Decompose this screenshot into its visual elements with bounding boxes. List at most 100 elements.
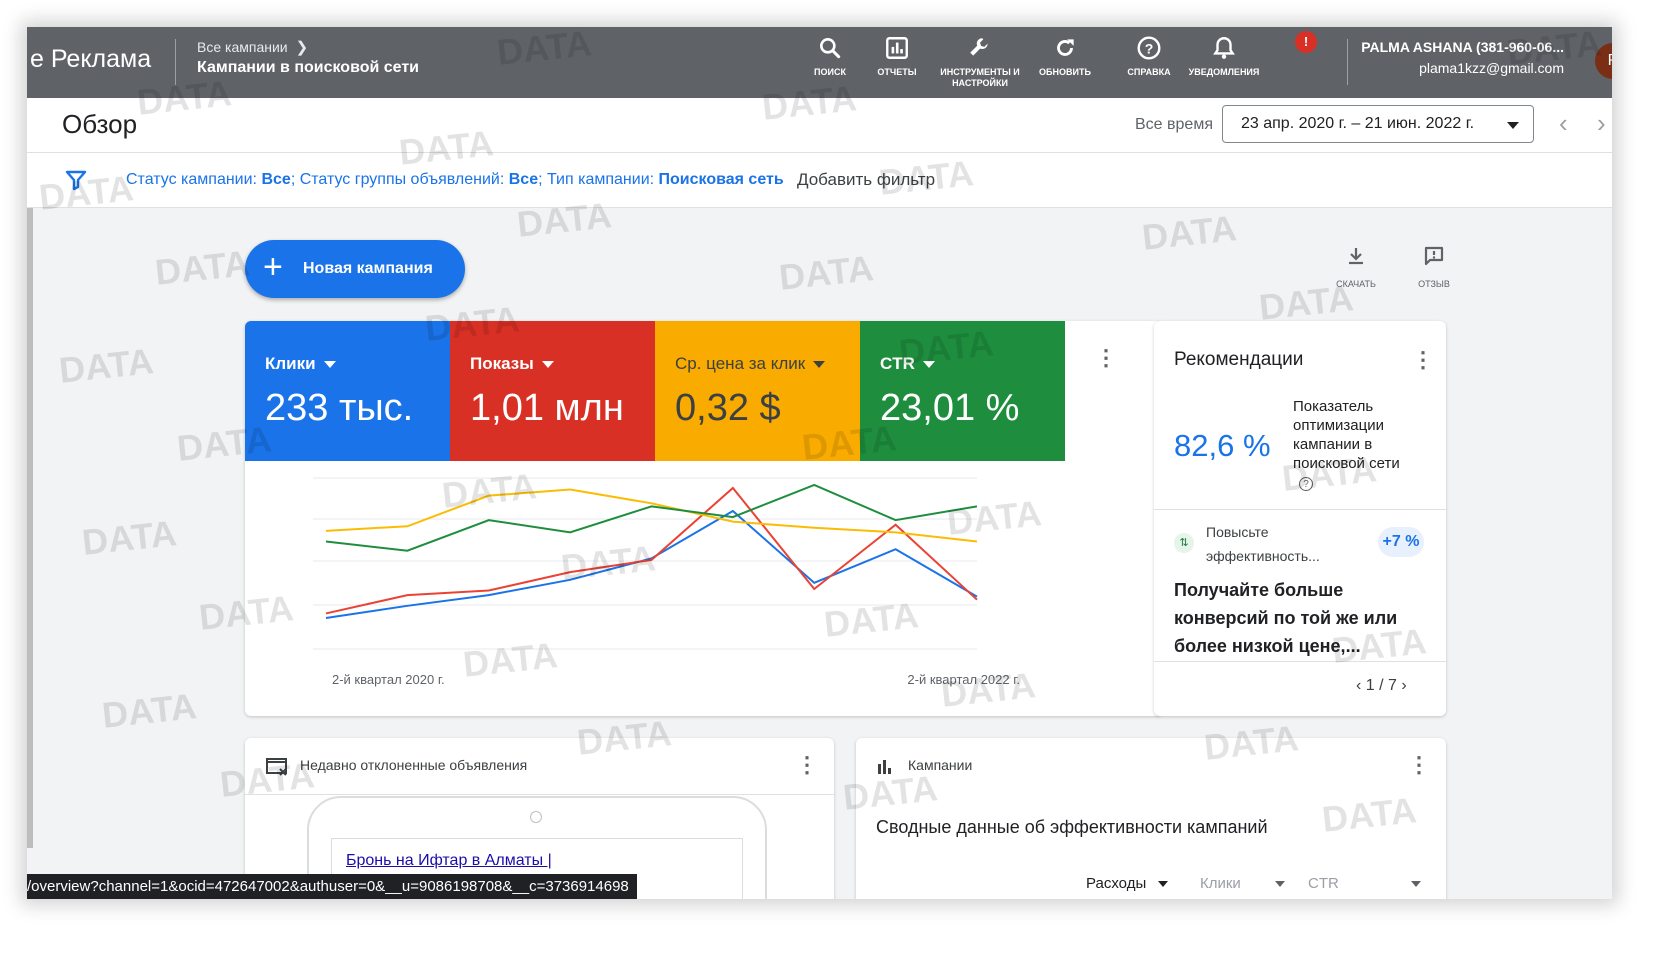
new-campaign-button[interactable]: + Новая кампания <box>245 240 465 298</box>
performance-chart: 2-й квартал 2020 г. 2-й квартал 2022 г. <box>313 477 1020 687</box>
divider <box>1154 509 1446 510</box>
more-vert-icon[interactable]: ⋮ <box>1412 349 1434 371</box>
more-vert-icon[interactable]: ⋮ <box>796 754 818 776</box>
watermark-text: DATA <box>100 685 199 736</box>
feedback-icon <box>1424 246 1444 266</box>
product-logo[interactable]: е Реклама <box>30 45 151 74</box>
chevron-left-icon[interactable]: ‹ <box>1356 677 1366 694</box>
rejected-ads-title: Недавно отклоненные объявления <box>300 757 528 773</box>
notifications-button[interactable]: УВЕДОМЛЕНИЯ <box>1182 35 1266 78</box>
campaigns-title: Кампании <box>908 757 973 773</box>
app-window: е Реклама Все кампании ❯ Кампании в поиск… <box>27 27 1612 899</box>
dropdown-arrow-icon <box>1410 881 1421 888</box>
status-bar-url: /overview?channel=1&ocid=472647002&authu… <box>27 874 637 899</box>
date-range-picker[interactable]: 23 апр. 2020 г. – 21 июн. 2022 г. <box>1222 105 1534 143</box>
watermark-text: DATA <box>777 247 876 298</box>
svg-text:?: ? <box>1145 40 1154 56</box>
breadcrumb[interactable]: Все кампании ❯ <box>197 38 308 56</box>
optimization-score[interactable]: 82,6 % <box>1174 428 1271 464</box>
new-campaign-label: Новая кампания <box>303 260 433 277</box>
help-button[interactable]: ? СПРАВКА <box>1107 35 1191 78</box>
rejected-ad-icon <box>266 758 287 776</box>
filter-adgroup-status-value: Все <box>508 171 539 188</box>
chevron-right-icon: ❯ <box>295 39 309 56</box>
reports-icon <box>886 37 908 59</box>
search-icon <box>820 38 841 59</box>
metric-select-clicks[interactable]: Клики <box>1200 875 1285 892</box>
filter-bar: Статус кампании: Все; Статус группы объя… <box>27 153 1612 208</box>
wrench-icon <box>970 38 988 56</box>
series-line-2 <box>325 488 978 543</box>
recommendation-body[interactable]: Получайте больше конверсий по той же или… <box>1174 576 1434 660</box>
filter-adgroup-status-label: Статус группы объявлений: <box>299 171 505 188</box>
notification-badge: ! <box>1295 31 1317 53</box>
add-filter-button[interactable]: Добавить фильтр <box>797 170 935 190</box>
page-title: Обзор <box>62 109 138 139</box>
date-range-label: Все время <box>1135 116 1213 133</box>
download-button[interactable]: СКАЧАТЬ <box>1326 244 1386 289</box>
pager-text: 1 / 7 <box>1365 677 1397 694</box>
score-uplift-badge: +7 % <box>1378 527 1424 557</box>
filter-icon[interactable] <box>64 168 88 192</box>
feedback-button[interactable]: ОТЗЫВ <box>1404 244 1464 289</box>
avatar[interactable]: P <box>1595 43 1612 79</box>
bell-icon <box>1213 37 1235 59</box>
dropdown-arrow-icon <box>1274 881 1285 888</box>
recommendations-card: Рекомендации ⋮ 82,6 % Показатель оптимиз… <box>1154 321 1446 716</box>
tools-settings-label: ИНСТРУМЕНТЫ И НАСТРОЙКИ <box>940 67 1020 88</box>
help-icon[interactable]: ? <box>1299 477 1313 491</box>
chevron-left-icon[interactable]: ‹ <box>1559 108 1568 139</box>
refresh-label: ОБНОВИТЬ <box>1039 67 1091 77</box>
chevron-right-icon[interactable]: › <box>1397 677 1406 694</box>
refresh-button[interactable]: ОБНОВИТЬ <box>1023 35 1107 78</box>
filter-campaign-status-label: Статус кампании: <box>126 171 257 188</box>
watermark-text: DATA <box>153 242 252 293</box>
recommendations-title: Рекомендации <box>1174 349 1304 370</box>
divider <box>1154 661 1446 662</box>
x-axis-end-label: 2-й квартал 2022 г. <box>907 672 1020 687</box>
reports-tool-label: ОТЧЕТЫ <box>877 67 917 77</box>
filter-campaign-status-value: Все <box>261 171 291 188</box>
chevron-right-icon[interactable]: › <box>1597 108 1606 139</box>
scrollbar[interactable] <box>27 208 33 848</box>
divider <box>175 39 176 85</box>
trend-up-icon: ⇅ <box>1174 533 1194 553</box>
watermark-text: DATA <box>57 340 156 391</box>
tools-settings-button[interactable]: ИНСТРУМЕНТЫ И НАСТРОЙКИ <box>938 35 1022 89</box>
page-header: Обзор Все время 23 апр. 2020 г. – 21 июн… <box>27 98 1612 153</box>
optimization-score-description: Показатель оптимизации кампании в поиско… <box>1293 398 1400 491</box>
filter-campaign-type-label: Тип кампании: <box>546 171 655 188</box>
x-axis-start-label: 2-й квартал 2020 г. <box>332 672 445 687</box>
plus-icon: + <box>263 248 283 286</box>
dropdown-arrow-icon <box>1158 881 1169 888</box>
help-label: СПРАВКА <box>1127 67 1171 77</box>
phone-camera <box>530 811 542 823</box>
reports-tool-button[interactable]: ОТЧЕТЫ <box>855 35 939 78</box>
campaigns-card: Кампании ⋮ Сводные данные об эффективнос… <box>856 738 1446 899</box>
series-line-3 <box>325 483 978 552</box>
breadcrumb-parent[interactable]: Все кампании <box>197 39 288 55</box>
watermark-text: DATA <box>1140 207 1239 258</box>
account-email[interactable]: plama1kzz@gmail.com <box>1419 60 1564 76</box>
download-label: СКАЧАТЬ <box>1336 279 1376 289</box>
feedback-label: ОТЗЫВ <box>1418 279 1450 289</box>
metric-select-spend[interactable]: Расходы <box>1086 875 1169 892</box>
breadcrumb-current[interactable]: Кампании в поисковой сети <box>197 59 419 77</box>
active-filters[interactable]: Статус кампании: Все; Статус группы объя… <box>126 171 784 189</box>
more-vert-icon[interactable]: ⋮ <box>1408 754 1430 776</box>
dropdown-arrow-icon <box>1507 122 1519 129</box>
refresh-icon <box>1057 39 1074 56</box>
divider <box>1347 39 1348 85</box>
top-bar: е Реклама Все кампании ❯ Кампании в поиск… <box>27 27 1612 98</box>
metric-select-ctr[interactable]: CTR <box>1308 875 1421 892</box>
performance-card: Клики 233 тыс. Показы 1,01 млн Ср. цена … <box>245 321 1162 716</box>
account-name[interactable]: PALMA ASHANA (381-960-06... <box>1361 39 1564 55</box>
notifications-label: УВЕДОМЛЕНИЯ <box>1188 67 1260 77</box>
campaigns-summary-title: Сводные данные об эффективности кампаний <box>876 817 1268 837</box>
bar-chart-icon <box>878 760 891 774</box>
recommendation-pager: ‹ 1 / 7 › <box>1356 677 1407 695</box>
help-icon: ? <box>1137 36 1161 60</box>
ad-headline-link[interactable]: Бронь на Ифтар в Алматы | <box>346 852 552 870</box>
watermark-text: DATA <box>80 512 179 563</box>
boost-text: Повысьте эффективность... <box>1206 524 1320 564</box>
